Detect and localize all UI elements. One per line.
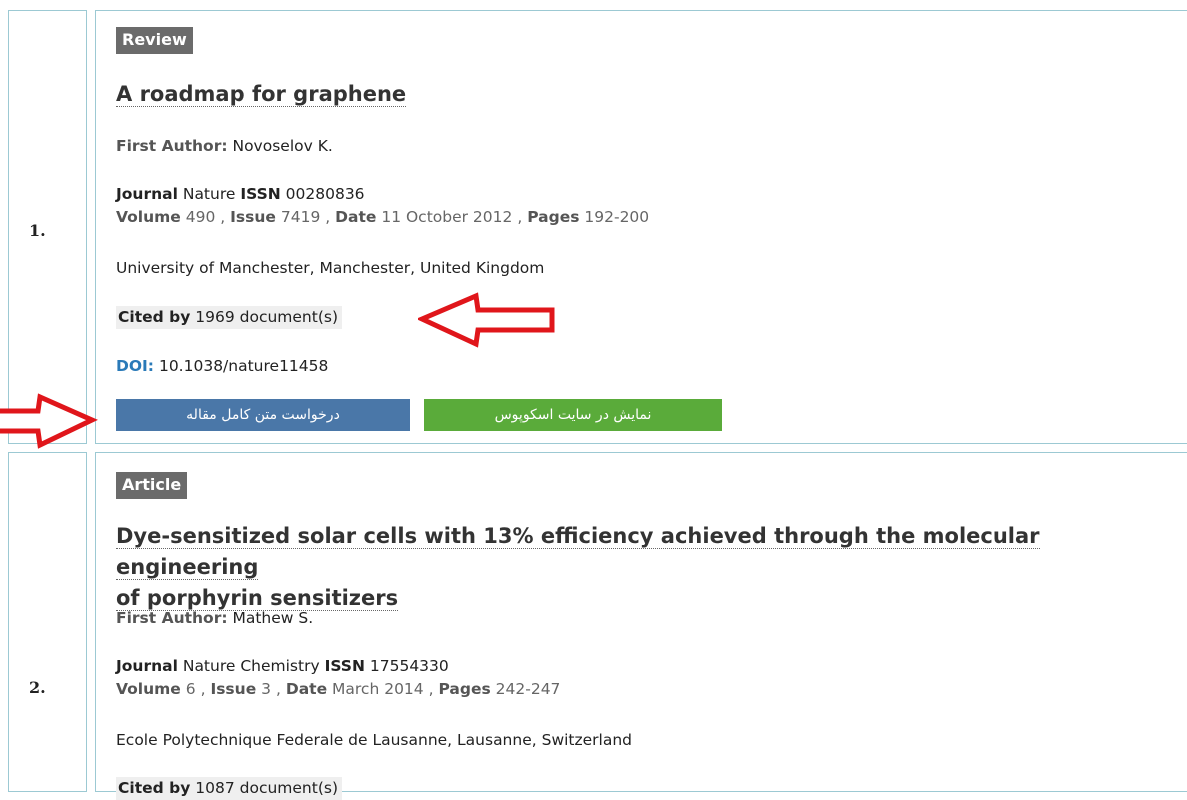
issue-value: 3	[261, 680, 272, 698]
journal-line: Journal Nature ISSN 00280836	[116, 185, 365, 203]
result-number-cell: 2.	[8, 452, 87, 792]
date-label: Date	[335, 208, 377, 226]
first-author-label: First Author:	[116, 609, 228, 627]
issue-label: Issue	[210, 680, 257, 698]
doi-label: DOI:	[116, 357, 155, 375]
result-content-cell: Article Dye-sensitized solar cells with …	[95, 452, 1187, 800]
request-full-text-button[interactable]: درخواست متن کامل مقاله	[116, 399, 410, 431]
arrow-left-icon	[418, 292, 555, 348]
result-row: 1. Review A roadmap for graphene First A…	[8, 10, 1187, 444]
article-title[interactable]: Dye-sensitized solar cells with 13% effi…	[116, 521, 1179, 614]
separator: ,	[428, 680, 434, 698]
journal-line: Journal Nature Chemistry ISSN 17554330	[116, 657, 449, 675]
separator: ,	[275, 680, 281, 698]
result-number: 2.	[29, 678, 46, 697]
pages-label: Pages	[527, 208, 580, 226]
affiliation: Ecole Polytechnique Federale de Lausanne…	[116, 731, 633, 749]
result-row: 2. Article Dye-sensitized solar cells wi…	[8, 452, 1187, 800]
volume-value: 490	[185, 208, 216, 226]
separator: ,	[325, 208, 331, 226]
separator: ,	[517, 208, 523, 226]
date-value: March 2014	[332, 680, 424, 698]
cited-by-label: Cited by	[118, 779, 191, 797]
volume-label: Volume	[116, 208, 181, 226]
article-title-link-line2[interactable]: of porphyrin sensitizers	[116, 586, 399, 611]
issn-label: ISSN	[240, 185, 281, 203]
issue-label: Issue	[230, 208, 276, 226]
doi-value[interactable]: 10.1038/nature11458	[159, 357, 328, 375]
affiliation: University of Manchester, Manchester, Un…	[116, 259, 545, 277]
journal-value: Nature Chemistry	[182, 657, 320, 675]
cited-by-count: 1969 document(s)	[195, 308, 338, 326]
doi-line: DOI: 10.1038/nature11458	[116, 357, 328, 375]
pages-value: 242-247	[495, 680, 561, 698]
issue-value: 7419	[280, 208, 321, 226]
pages-label: Pages	[438, 680, 491, 698]
cited-by-label: Cited by	[118, 308, 191, 326]
article-title-link[interactable]: A roadmap for graphene	[116, 82, 407, 107]
cited-by-count: 1087 document(s)	[195, 779, 338, 797]
volume-line: Volume 6 , Issue 3 , Date March 2014 , P…	[116, 680, 560, 698]
separator: ,	[220, 208, 226, 226]
separator: ,	[200, 680, 206, 698]
cited-by-box: Cited by 1969 document(s)	[116, 306, 342, 329]
result-number: 1.	[29, 221, 46, 240]
document-type-badge: Review	[116, 27, 193, 54]
journal-label: Journal	[116, 185, 178, 203]
cited-by-line: Cited by 1087 document(s)	[116, 777, 342, 800]
journal-label: Journal	[116, 657, 178, 675]
journal-value: Nature	[182, 185, 236, 203]
volume-line: Volume 490 , Issue 7419 , Date 11 Octobe…	[116, 208, 649, 226]
issn-label: ISSN	[324, 657, 365, 675]
document-type-badge: Article	[116, 472, 188, 499]
issn-value: 00280836	[285, 185, 365, 203]
result-number-cell: 1.	[8, 10, 87, 444]
arrow-right-icon	[0, 393, 98, 449]
volume-value: 6	[185, 680, 196, 698]
pages-value: 192-200	[584, 208, 650, 226]
article-title-link-line1[interactable]: Dye-sensitized solar cells with 13% effi…	[116, 524, 1040, 580]
volume-label: Volume	[116, 680, 181, 698]
date-value: 11 October 2012	[381, 208, 513, 226]
issn-value: 17554330	[369, 657, 449, 675]
cited-by-line: Cited by 1969 document(s)	[116, 306, 342, 329]
view-on-scopus-button[interactable]: نمایش در سایت اسکوپوس	[424, 399, 722, 431]
first-author-label: First Author:	[116, 137, 228, 155]
date-label: Date	[285, 680, 328, 698]
first-author-line: First Author: Novoselov K.	[116, 137, 333, 155]
first-author-value: Novoselov K.	[232, 137, 333, 155]
first-author-line: First Author: Mathew S.	[116, 609, 313, 627]
article-title[interactable]: A roadmap for graphene	[116, 79, 1179, 110]
first-author-value: Mathew S.	[232, 609, 314, 627]
result-content-cell: Review A roadmap for graphene First Auth…	[95, 10, 1187, 444]
